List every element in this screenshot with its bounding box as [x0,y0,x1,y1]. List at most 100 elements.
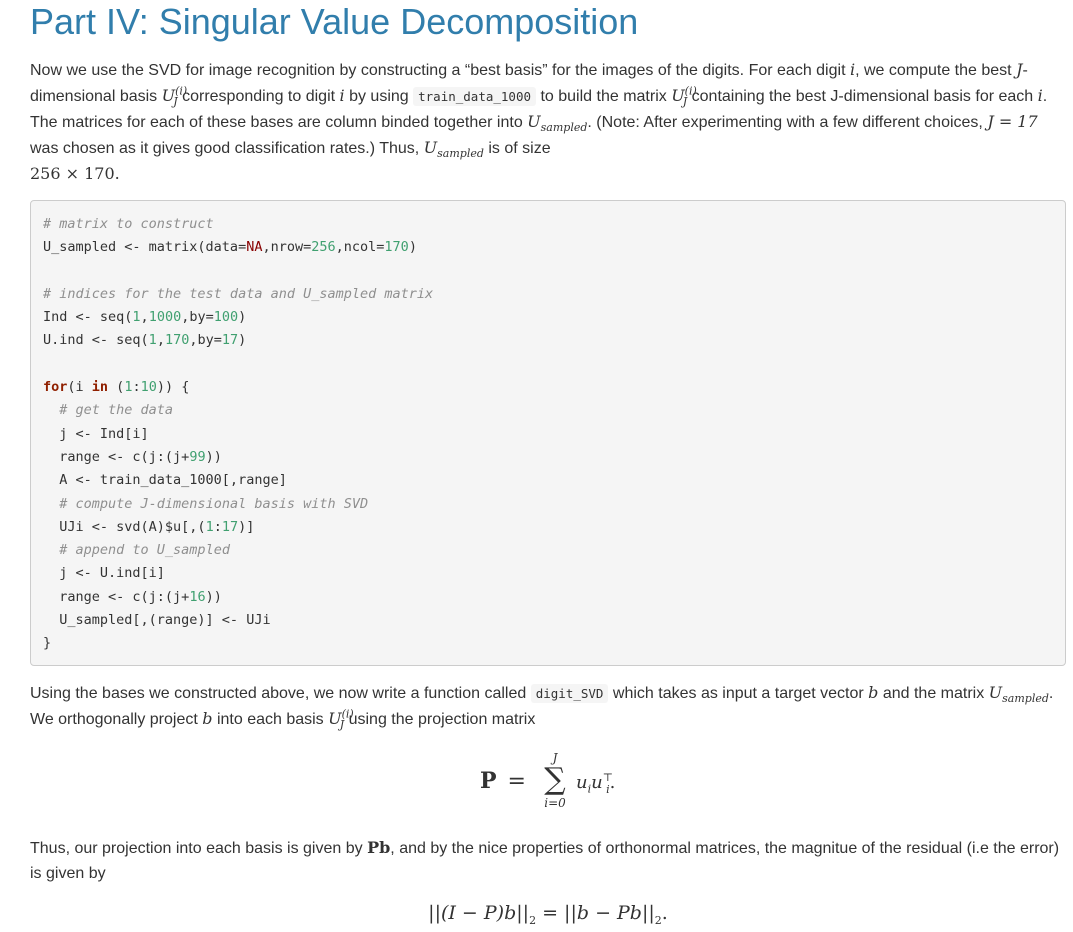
code-token: 17 [221,332,239,349]
math-Pb: Pb [367,838,391,857]
math-UJi: U(i)J [328,709,354,731]
math-sub-2: 2 [654,913,662,927]
text: Now we use the SVD for image recognition… [30,62,850,79]
text: , we compute the best [855,62,1017,79]
paragraph-intro: Now we use the SVD for image recognition… [30,57,1066,187]
code-line: Ind <- seq(1,1000,by=100) [43,306,1053,329]
code-token: : [213,518,222,535]
text: and the matrix [878,685,989,702]
code-token: Ind <- seq( [43,309,133,326]
math-period: . [661,902,668,924]
math-U: U [527,112,541,131]
code-token: A <- train_data_1000[,range] [43,472,287,489]
math-equals: = [507,769,526,794]
code-token: 256 [311,239,336,256]
text: is of size [483,140,551,157]
text: was chosen as it gives good classificati… [30,140,424,157]
code-token: 16 [189,588,206,605]
code-token: 10 [140,379,157,396]
text: which takes as input a target vector [608,685,869,702]
code-line: # append to U_sampled [43,539,1053,562]
code-token: U.ind <- seq( [43,332,149,349]
code-token: 100 [213,309,239,326]
code-token: 17 [221,518,239,535]
math-J-eq: J = 17 [987,112,1038,131]
math-UJi: U(i)J [162,86,188,108]
code-train-data: train_data_1000 [413,87,537,106]
code-token: ,nrow= [262,239,312,256]
code-token: ,by= [189,332,222,349]
code-token: U_sampled <- matrix(data= [43,239,247,256]
code-token: range <- c(j:(j+ [43,448,190,465]
code-line: # compute J-dimensional basis with SVD [43,493,1053,516]
math-sub-sampled: sampled [540,121,588,135]
code-token: 170 [384,239,409,256]
code-token: ) [408,239,417,256]
math-U: U [423,138,438,157]
code-line: UJi <- svd(A)$u[,(1:17)] [43,516,1053,539]
code-token: j <- Ind[i] [43,425,149,442]
code-token: , [140,309,149,326]
paragraph-residual: Thus, our projection into each basis is … [30,835,1066,886]
paragraph-function: Using the bases we constructed above, we… [30,680,1066,732]
code-line: # indices for the test data and U_sample… [43,283,1053,306]
code-line: for(i in (1:10)) { [43,376,1053,399]
math-sub-sampled: sampled [1002,692,1049,706]
math-u: u [576,772,588,793]
code-line: range <- c(j:(j+99)) [43,446,1053,469]
code-token: for [43,379,68,396]
math-sub-sampled: sampled [437,147,484,161]
math-size: 256 × 170. [30,164,120,183]
code-digit-svd: digit_SVD [530,684,609,703]
eq-lhs: P = [480,768,530,794]
code-token: )) [205,588,222,605]
code-line: j <- Ind[i] [43,423,1053,446]
code-token: U_sampled[,(range)] <- UJi [43,612,271,629]
equation-residual: ||(I − P)b||2 = ||b − Pb||2. [30,902,1066,927]
code-line: U.ind <- seq(1,170,by=17) [43,329,1053,352]
eq-sum: J ∑ i=0 [540,752,570,810]
text: to build the matrix [536,88,672,105]
text: Thus, our projection into each basis is … [30,840,368,857]
code-line: U_sampled[,(range)] <- UJi [43,609,1053,632]
math-u: u [591,772,603,793]
equation-projection: P = J ∑ i=0 uiu⊤i. [30,752,1066,818]
code-token: )) { [156,379,190,396]
code-line: } [43,632,1053,655]
text: corresponding to digit [177,88,340,105]
math-UJi: U(i)J [671,86,697,108]
text: into each basis [212,711,329,728]
code-line: # matrix to construct [43,213,1053,236]
code-token: # append to U_sampled [59,542,230,559]
text: using the projection matrix [344,711,536,728]
code-token: in [91,379,109,396]
math-b: b [202,709,213,728]
math-period: . [609,772,616,793]
code-token: ) [238,332,247,349]
code-token: )] [238,518,255,535]
code-token: UJi <- svd(A)$u[,( [43,518,206,535]
sum-lower: i=0 [544,796,566,810]
text: by using [344,88,414,105]
code-token: )) [205,448,222,465]
code-token: , [156,332,165,349]
code-block: # matrix to construct U_sampled <- matrix… [30,200,1066,666]
code-token: ) [238,309,247,326]
code-line: # get the data [43,399,1053,422]
code-token: ( [108,379,125,396]
math-U-sampled: Usampled [989,683,1049,706]
code-token: range <- c(j:(j+ [43,588,190,605]
code-line: A <- train_data_1000[,range] [43,469,1053,492]
code-token: 1000 [148,309,182,326]
text: Using the bases we constructed above, we… [30,685,531,702]
math-residual-left: ||(I − P)b|| [428,902,530,924]
code-token: # matrix to construct [43,216,214,232]
code-token: NA [246,239,263,256]
sum-symbol: ∑ [544,762,566,797]
code-token: ,by= [181,309,214,326]
math-U-sampled: Usampled [423,138,484,161]
text: . (Note: After experimenting with a few … [587,114,988,131]
